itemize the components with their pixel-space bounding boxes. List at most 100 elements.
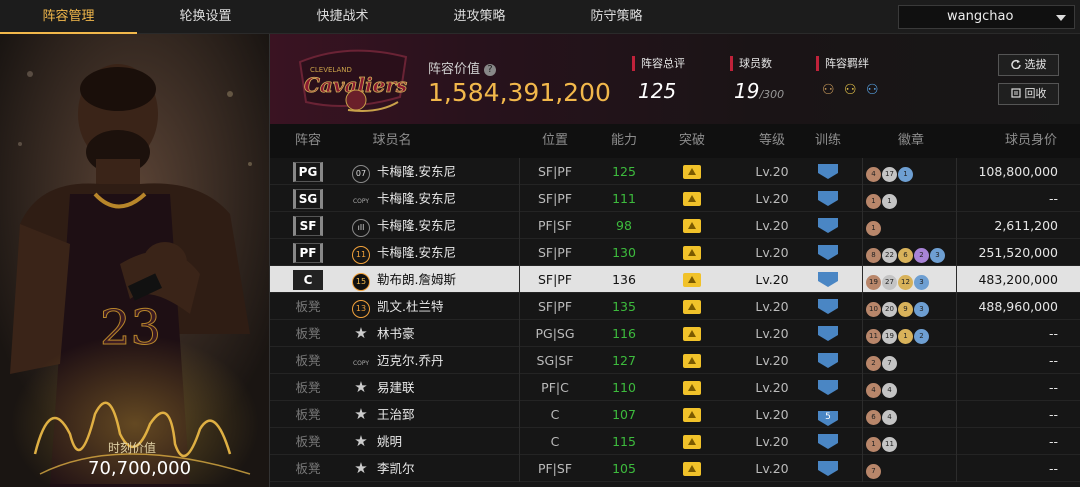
crown-icon[interactable] <box>683 381 701 395</box>
player-name[interactable]: 林书豪 <box>377 320 517 347</box>
slot-cell[interactable]: PG <box>270 158 346 185</box>
slot-cell[interactable]: PF <box>270 239 346 266</box>
badge-icon[interactable]: 1 <box>898 329 913 344</box>
player-name[interactable]: 卡梅隆.安东尼 <box>377 158 517 185</box>
tab-2[interactable]: 快捷战术 <box>274 0 411 34</box>
slot-cell[interactable]: SG <box>270 185 346 212</box>
training-cell[interactable] <box>796 266 860 293</box>
badge-icon[interactable]: 7 <box>866 464 881 479</box>
badges-cell[interactable]: 7 <box>866 455 956 482</box>
slot-cell[interactable]: 板凳 <box>270 401 346 428</box>
badges-cell[interactable]: 1 11 <box>866 428 956 455</box>
training-shield-icon[interactable] <box>818 353 838 368</box>
badge-icon[interactable]: 4 <box>882 383 897 398</box>
training-shield-icon[interactable] <box>818 218 838 233</box>
slot-cell[interactable]: C <box>270 266 346 293</box>
slot-cell[interactable]: 板凳 <box>270 428 346 455</box>
table-row[interactable]: SG COPY 卡梅隆.安东尼 SF|PF 111 Lv.20 1 1 -- <box>270 185 1080 212</box>
player-name[interactable]: 卡梅隆.安东尼 <box>377 239 517 266</box>
crown-icon[interactable] <box>683 300 701 314</box>
badge-icon[interactable]: 6 <box>866 410 881 425</box>
training-shield-icon[interactable] <box>818 434 838 449</box>
breakthrough-cell[interactable] <box>658 374 726 401</box>
player-name[interactable]: 卡梅隆.安东尼 <box>377 185 517 212</box>
slot-cell[interactable]: 板凳 <box>270 320 346 347</box>
training-shield-icon[interactable] <box>818 245 838 260</box>
badges-cell[interactable]: 19 27 12 3 <box>866 266 956 293</box>
breakthrough-cell[interactable] <box>658 347 726 374</box>
badge-icon[interactable]: 6 <box>898 248 913 263</box>
badge-icon[interactable]: 1 <box>882 194 897 209</box>
breakthrough-cell[interactable] <box>658 455 726 482</box>
breakthrough-cell[interactable] <box>658 185 726 212</box>
badge-icon[interactable]: 19 <box>866 275 881 290</box>
badge-icon[interactable]: 1 <box>866 194 881 209</box>
table-row[interactable]: PF 11 卡梅隆.安东尼 SF|PF 130 Lv.20 8 22 6 2 3 251,520,00… <box>270 239 1080 266</box>
col-player-name[interactable]: 球员名 <box>352 124 432 158</box>
crown-icon[interactable] <box>683 408 701 422</box>
training-shield-icon[interactable] <box>818 461 838 476</box>
breakthrough-cell[interactable] <box>658 158 726 185</box>
recycle-button[interactable]: 回收 <box>998 83 1059 105</box>
training-cell[interactable] <box>796 239 860 266</box>
badge-icon[interactable]: 10 <box>866 302 881 317</box>
crown-icon[interactable] <box>683 219 701 233</box>
badges-cell[interactable]: 11 <box>866 185 956 212</box>
training-cell[interactable]: 5 <box>796 401 860 428</box>
tab-0[interactable]: 阵容管理 <box>0 0 137 34</box>
training-shield-icon[interactable] <box>818 299 838 314</box>
crown-icon[interactable] <box>683 435 701 449</box>
col-slot[interactable]: 阵容 <box>270 124 346 158</box>
badge-icon[interactable]: 11 <box>882 437 897 452</box>
breakthrough-cell[interactable] <box>658 293 726 320</box>
crown-icon[interactable] <box>683 327 701 341</box>
select-button[interactable]: 选拔 <box>998 54 1059 76</box>
training-shield-icon[interactable] <box>818 191 838 206</box>
breakthrough-cell[interactable] <box>658 428 726 455</box>
crown-icon[interactable] <box>683 462 701 476</box>
training-cell[interactable] <box>796 374 860 401</box>
badges-cell[interactable]: 1 <box>866 212 956 239</box>
training-cell[interactable] <box>796 293 860 320</box>
badges-cell[interactable]: 64 <box>866 401 956 428</box>
table-row[interactable]: SF ıll 卡梅隆.安东尼 PF|SF 98 Lv.20 1 2,611,200 <box>270 212 1080 239</box>
badges-cell[interactable]: 8 22 6 2 3 <box>866 239 956 266</box>
badges-cell[interactable]: 10 20 9 3 <box>866 293 956 320</box>
training-shield-icon[interactable]: 5 <box>818 411 838 426</box>
badge-icon[interactable]: 3 <box>914 275 929 290</box>
player-name[interactable]: 姚明 <box>377 428 517 455</box>
badges-cell[interactable]: 4 17 1 <box>866 158 956 185</box>
badge-icon[interactable]: 11 <box>866 329 881 344</box>
table-row[interactable]: C 15 勒布朗.詹姆斯 SF|PF 136 Lv.20 19 27 12 3 483,200,00… <box>270 266 1080 293</box>
table-row[interactable]: 板凳 ★ 李凯尔 PF|SF 105 Lv.20 7 -- <box>270 455 1080 482</box>
slot-cell[interactable]: SF <box>270 212 346 239</box>
training-cell[interactable] <box>796 212 860 239</box>
tab-3[interactable]: 进攻策略 <box>411 0 548 34</box>
badges-cell[interactable]: 44 <box>866 374 956 401</box>
badge-icon[interactable]: 2 <box>914 248 929 263</box>
breakthrough-cell[interactable] <box>658 239 726 266</box>
training-shield-icon[interactable] <box>818 326 838 341</box>
breakthrough-cell[interactable] <box>658 212 726 239</box>
crown-icon[interactable] <box>683 354 701 368</box>
featured-player-card[interactable]: 23 时刻价值 70,700,000 <box>0 34 270 487</box>
tab-1[interactable]: 轮换设置 <box>137 0 274 34</box>
badge-icon[interactable]: 2 <box>914 329 929 344</box>
tab-4[interactable]: 防守策略 <box>548 0 685 34</box>
slot-cell[interactable]: 板凳 <box>270 455 346 482</box>
badge-icon[interactable]: 17 <box>882 167 897 182</box>
player-name[interactable]: 迈克尔.乔丹 <box>377 347 517 374</box>
badge-icon[interactable]: 1 <box>866 221 881 236</box>
crown-icon[interactable] <box>683 246 701 260</box>
slot-cell[interactable]: 板凳 <box>270 347 346 374</box>
table-row[interactable]: 板凳 ★ 王治郅 C 107 Lv.20 5 6 4 -- <box>270 401 1080 428</box>
training-cell[interactable] <box>796 347 860 374</box>
badge-icon[interactable]: 9 <box>898 302 913 317</box>
badge-icon[interactable]: 27 <box>882 275 897 290</box>
table-row[interactable]: 板凳 COPY 迈克尔.乔丹 SG|SF 127 Lv.20 2 7 -- <box>270 347 1080 374</box>
badge-icon[interactable]: 4 <box>866 167 881 182</box>
badges-cell[interactable]: 11 19 1 2 <box>866 320 956 347</box>
badge-icon[interactable]: 1 <box>866 437 881 452</box>
player-name[interactable]: 勒布朗.詹姆斯 <box>377 266 517 293</box>
player-name[interactable]: 凯文.杜兰特 <box>377 293 517 320</box>
